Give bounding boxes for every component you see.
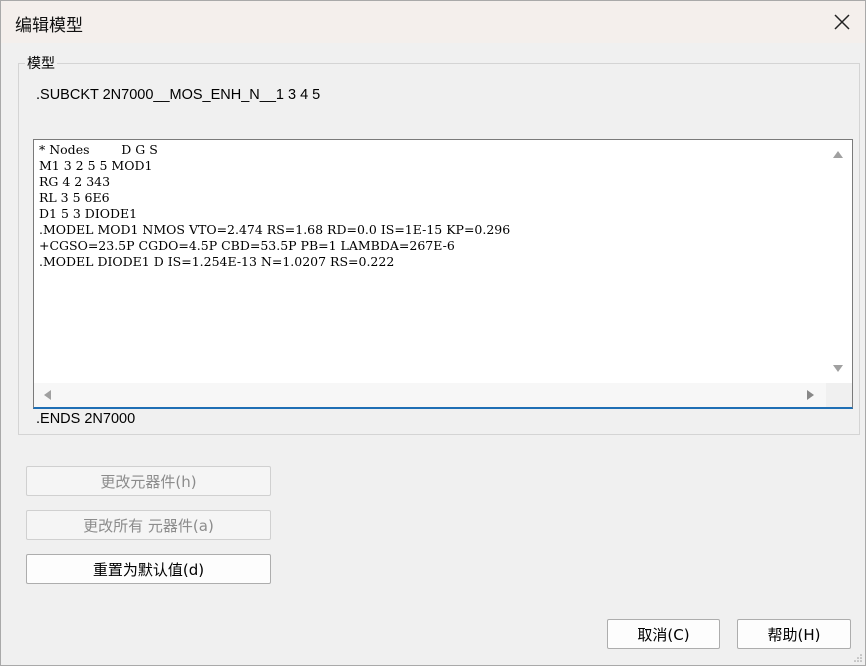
change-all-parts-button[interactable]: 更改所有 元器件(a) [26,510,271,540]
horizontal-scrollbar[interactable] [34,383,826,407]
change-part-button[interactable]: 更改元器件(h) [26,466,271,496]
scrollbar-corner [826,383,852,407]
cancel-button[interactable]: 取消(C) [607,619,720,649]
model-code-text[interactable]: * Nodes D G S M1 3 2 5 5 MOD1 RG 4 2 343… [39,142,824,383]
model-group-label: 模型 [25,53,57,73]
ends-line: .ENDS 2N7000 [36,411,136,427]
close-icon [834,14,850,30]
dialog-title: 编辑模型 [15,16,83,36]
vertical-scrollbar[interactable] [826,140,852,382]
edit-model-dialog: 编辑模型 模型 .SUBCKT 2N7000__MOS_ENH_N__1 3 4… [0,0,866,666]
scroll-right-arrow-icon[interactable] [806,389,816,401]
title-bar: 编辑模型 [1,1,865,43]
reset-default-button[interactable]: 重置为默认值(d) [26,554,271,584]
help-button[interactable]: 帮助(H) [737,619,851,649]
close-button[interactable] [819,1,865,43]
subckt-line: .SUBCKT 2N7000__MOS_ENH_N__1 3 4 5 [36,87,321,103]
scroll-up-arrow-icon[interactable] [832,149,844,159]
scroll-left-arrow-icon[interactable] [42,389,52,401]
model-text-editor[interactable]: * Nodes D G S M1 3 2 5 5 MOD1 RG 4 2 343… [33,139,853,409]
resize-grip-icon[interactable] [853,653,863,663]
scroll-down-arrow-icon[interactable] [832,364,844,374]
